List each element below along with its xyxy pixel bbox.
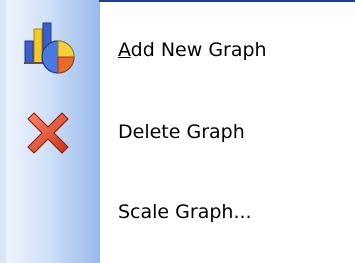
menu-item-label: Scale Graph... bbox=[118, 201, 252, 223]
menu-item-add-new-graph[interactable]: Add New Graph bbox=[6, 9, 355, 91]
menu-item-label-rest: dd New Graph bbox=[130, 39, 267, 61]
context-menu: Add New Graph Delete Graph Scale Graph..… bbox=[0, 0, 355, 263]
accelerator-key: A bbox=[118, 39, 131, 61]
menu-item-label: Add New Graph bbox=[118, 39, 267, 61]
menu-item-scale-graph[interactable]: Scale Graph... bbox=[6, 173, 355, 255]
menu-item-delete-graph[interactable]: Delete Graph bbox=[6, 91, 355, 173]
chart-icon bbox=[20, 19, 76, 75]
delete-x-icon bbox=[20, 105, 76, 161]
menu-item-label: Delete Graph bbox=[118, 121, 245, 143]
menu-top-border bbox=[99, 0, 355, 2]
